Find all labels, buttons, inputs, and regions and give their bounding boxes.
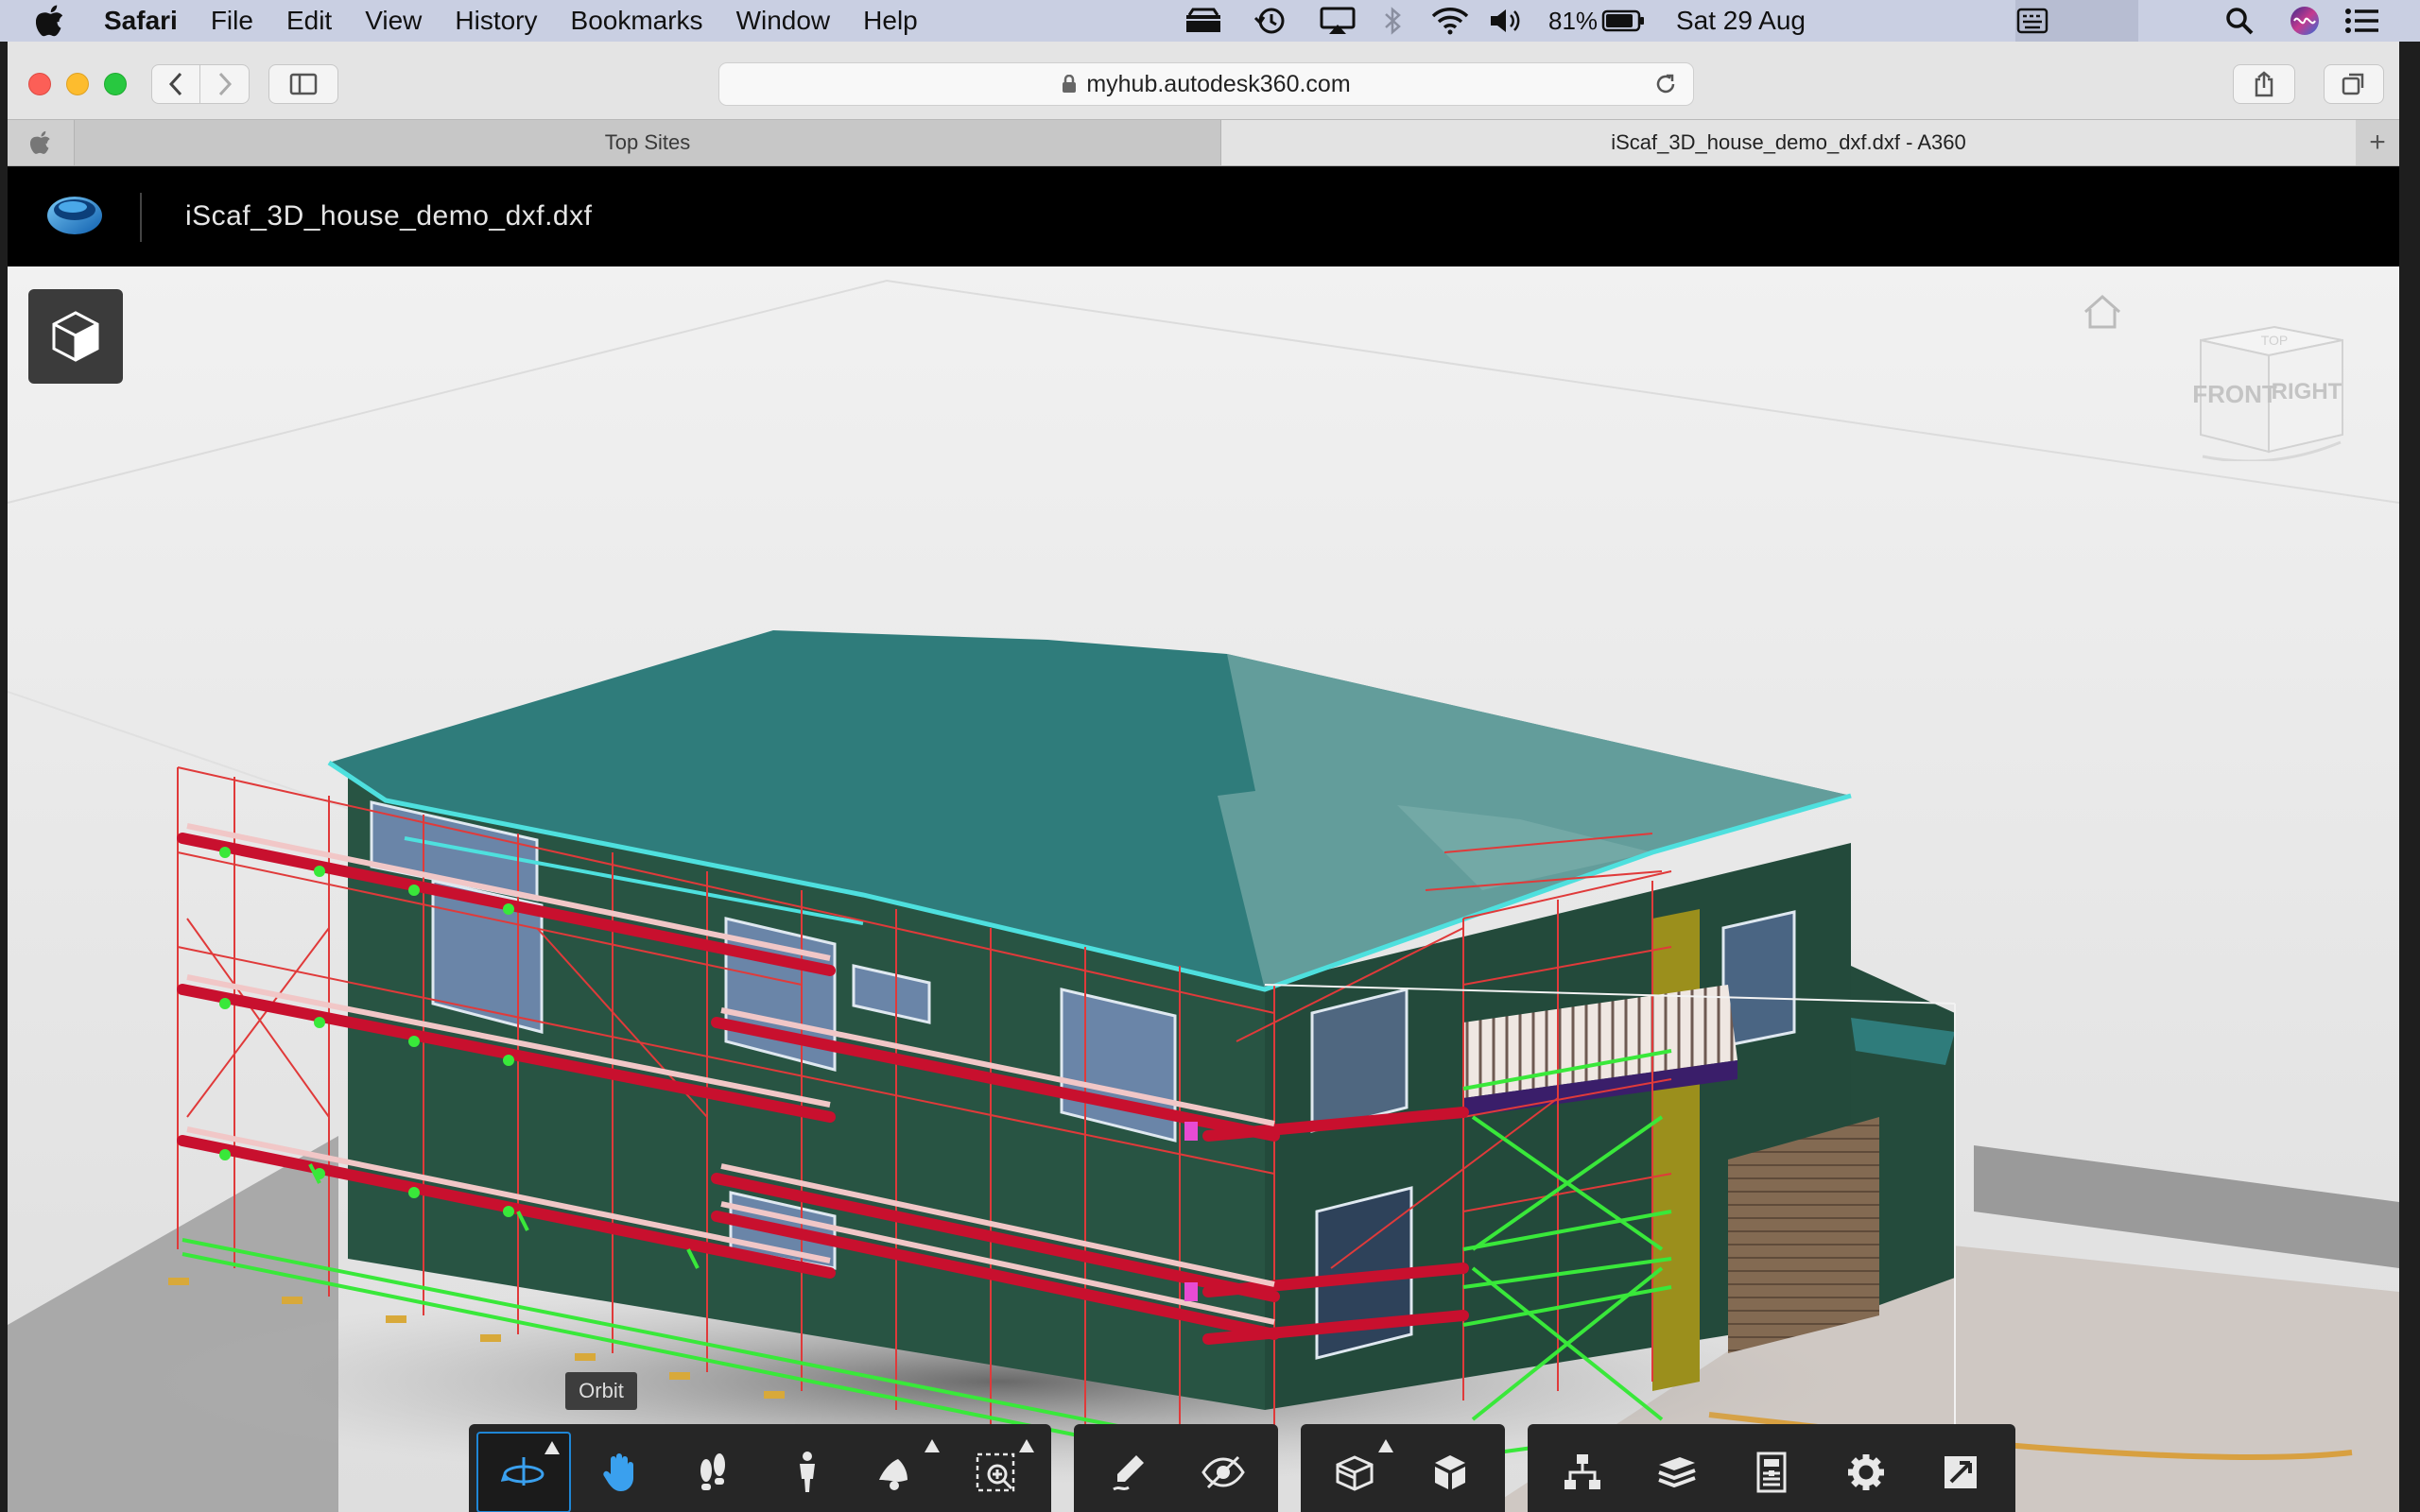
lock-icon (1062, 75, 1077, 94)
menu-window[interactable]: Window (736, 6, 831, 36)
battery-icon[interactable] (1601, 7, 1645, 35)
fullscreen-icon (1945, 1456, 1977, 1488)
header-divider (140, 193, 142, 242)
sidebar-toggle-button[interactable] (268, 64, 338, 104)
share-button[interactable] (2233, 64, 2295, 104)
zoom-window-button[interactable] (104, 73, 127, 95)
menu-app-name[interactable]: Safari (104, 6, 178, 36)
close-window-button[interactable] (28, 73, 51, 95)
hide-icon (1201, 1455, 1245, 1489)
menu-file[interactable]: File (211, 6, 253, 36)
notes-icon[interactable] (1184, 7, 1223, 35)
menu-bookmarks[interactable]: Bookmarks (571, 6, 703, 36)
forward-button[interactable] (200, 64, 250, 104)
wifi-icon[interactable] (1431, 7, 1469, 35)
cube-icon (52, 311, 99, 362)
model-browser-tool-button[interactable] (1535, 1432, 1630, 1512)
viewcube-front-label[interactable]: FRONT (2192, 380, 2277, 408)
apple-icon (30, 130, 50, 154)
settings-tool-button[interactable] (1819, 1432, 1913, 1512)
menu-edit[interactable]: Edit (286, 6, 332, 36)
menu-view[interactable]: View (365, 6, 422, 36)
tab-a360[interactable]: iScaf_3D_house_demo_dxf.dxf - A360 (1221, 120, 2356, 165)
section-tool-button[interactable] (1308, 1432, 1403, 1512)
fullscreen-tool-button[interactable] (1913, 1432, 2008, 1512)
orbit-icon (501, 1457, 544, 1486)
minimize-window-button[interactable] (66, 73, 89, 95)
first-person-icon (700, 1453, 725, 1490)
menu-help[interactable]: Help (863, 6, 918, 36)
a360-logo-icon[interactable] (45, 191, 104, 243)
pan-icon (603, 1453, 633, 1491)
airplay-icon[interactable] (1320, 7, 1356, 35)
viewcube-right-label[interactable]: RIGHT (2272, 379, 2342, 404)
tab-bar: Top Sites iScaf_3D_house_demo_dxf.dxf - … (8, 119, 2399, 166)
browser-toolbar: myhub.autodesk360.com (8, 42, 2399, 119)
fit-to-view-tool-button[interactable] (949, 1432, 1044, 1512)
siri-icon[interactable] (2290, 7, 2320, 35)
zoom-icon (879, 1459, 908, 1490)
new-tab-button[interactable]: + (2356, 120, 2399, 165)
a360-header: iScaf_3D_house_demo_dxf.dxf (8, 166, 2399, 266)
layers-tool-button[interactable] (1630, 1432, 1724, 1512)
apple-icon[interactable] (36, 5, 68, 37)
hide-tool-button[interactable] (1176, 1432, 1270, 1512)
walk-icon (800, 1452, 815, 1492)
markup-tool-button[interactable] (1081, 1432, 1176, 1512)
navigation-tools (469, 1424, 1051, 1512)
3d-model-scene[interactable] (8, 266, 2399, 1512)
model-browser-icon (1564, 1454, 1600, 1489)
settings-icon (1848, 1454, 1884, 1490)
tab-overview-button[interactable] (2324, 64, 2384, 104)
viewcube-top-label[interactable]: TOP (2261, 333, 2289, 348)
menu-history[interactable]: History (455, 6, 537, 36)
file-title: iScaf_3D_house_demo_dxf.dxf (185, 200, 593, 232)
properties-tool-button[interactable] (1724, 1432, 1819, 1512)
time-machine-icon[interactable] (1253, 7, 1288, 35)
volume-icon[interactable] (1488, 7, 1522, 35)
browser-window: myhub.autodesk360.com Top Sites iScaf_3D… (8, 42, 2399, 1512)
viewer-toolbar (469, 1424, 2038, 1512)
pinned-apple-tab[interactable] (8, 120, 74, 165)
fit-to-view-icon (976, 1452, 1015, 1492)
address-bar[interactable]: myhub.autodesk360.com (718, 62, 1694, 106)
toolbar-tooltip: Orbit (565, 1372, 637, 1410)
markup-tools (1074, 1424, 1278, 1512)
keyboard-input-icon[interactable] (2015, 0, 2138, 42)
section-icon (1336, 1455, 1374, 1491)
model-structure-button[interactable] (28, 289, 123, 384)
bluetooth-icon[interactable] (1382, 7, 1403, 35)
back-button[interactable] (151, 64, 200, 104)
explode-tool-button[interactable] (1403, 1432, 1497, 1512)
notification-center-icon[interactable] (2344, 7, 2380, 35)
first-person-tool-button[interactable] (666, 1432, 760, 1512)
battery-percent: 81% (1548, 6, 1599, 35)
markup-icon (1113, 1455, 1144, 1491)
zoom-tool-button[interactable] (855, 1432, 949, 1512)
viewcube[interactable]: FRONT RIGHT TOP (2191, 319, 2352, 461)
properties-icon (1756, 1452, 1787, 1493)
orbit-tool-button[interactable] (476, 1432, 571, 1512)
pan-tool-button[interactable] (571, 1432, 666, 1512)
viewer-canvas[interactable]: FRONT RIGHT TOP Orbit (8, 266, 2399, 1512)
url-text: myhub.autodesk360.com (1086, 70, 1351, 97)
reload-icon[interactable] (1653, 72, 1678, 103)
model-tools (1301, 1424, 1505, 1512)
layers-icon (1658, 1457, 1696, 1488)
spotlight-search-icon[interactable] (2225, 7, 2254, 35)
menu-bar: Safari File Edit View History Bookmarks … (0, 0, 2420, 42)
settings-tools (1528, 1424, 2015, 1512)
tab-top-sites[interactable]: Top Sites (74, 120, 1221, 165)
walk-tool-button[interactable] (760, 1432, 855, 1512)
home-view-icon[interactable] (2082, 293, 2123, 335)
explode-icon (1435, 1455, 1465, 1489)
menu-clock[interactable]: Sat 29 Aug (1676, 0, 1806, 42)
